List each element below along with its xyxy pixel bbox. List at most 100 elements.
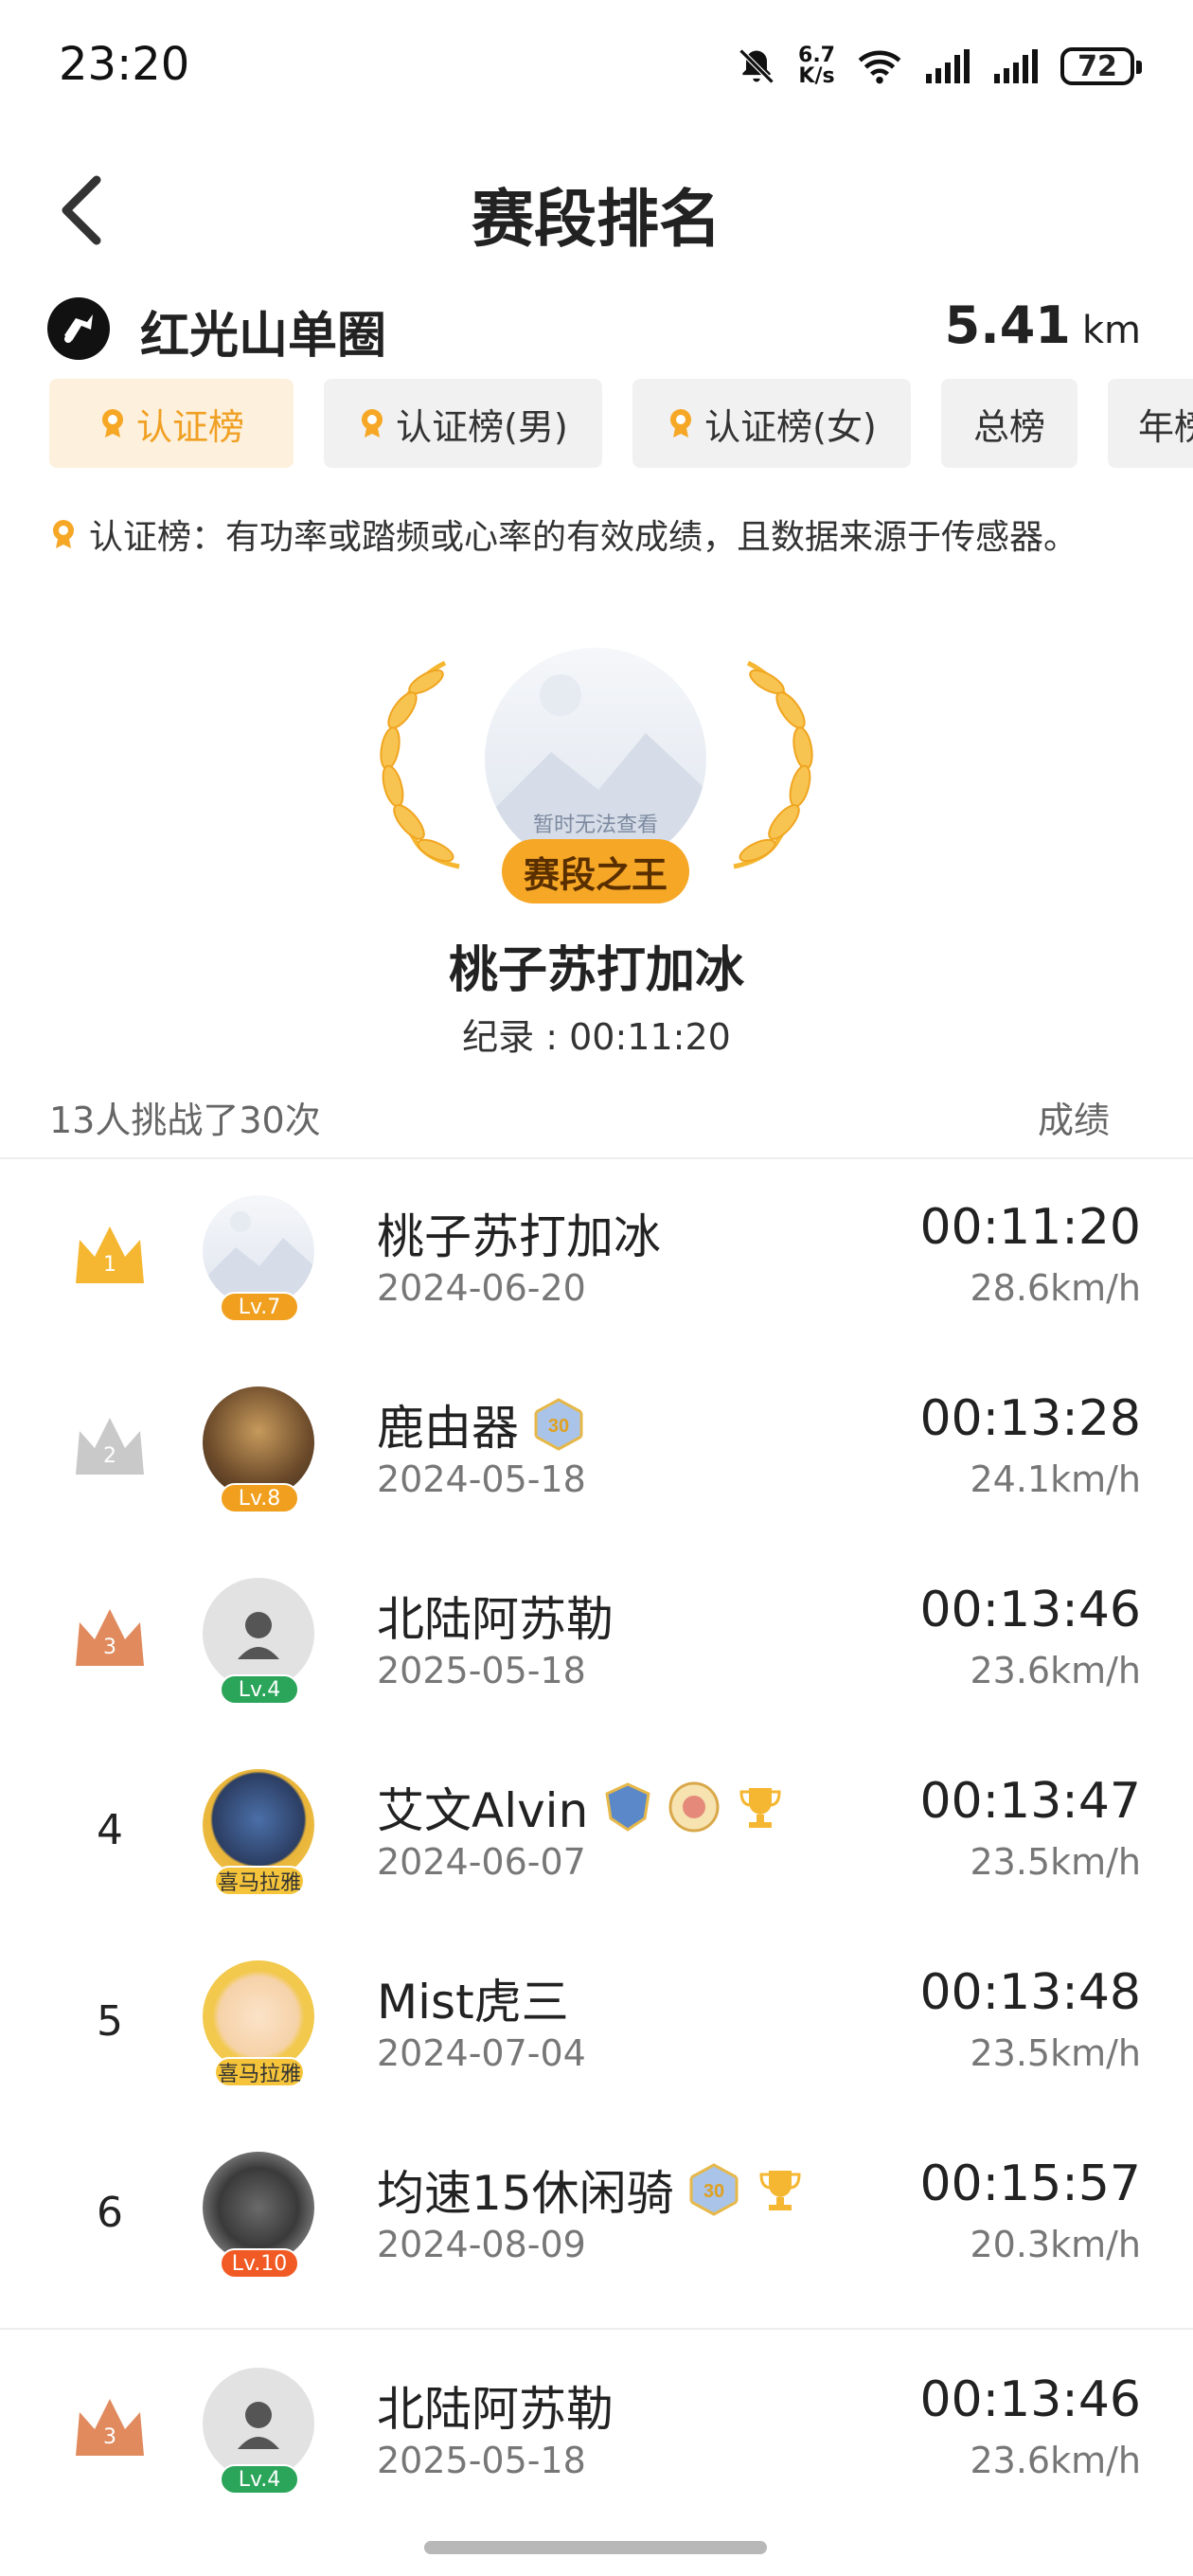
- ride-speed: 23.5km/h: [970, 2032, 1141, 2074]
- ride-date: 2024-06-20: [377, 1267, 586, 1309]
- default-avatar[interactable]: [203, 2368, 314, 2479]
- ride-time: 00:13:48: [919, 1964, 1141, 2021]
- certified-note: 认证榜：有功率或踏频或心率的有效成绩，且数据来源于传感器。: [49, 510, 1077, 559]
- ride-time: 00:13:46: [919, 2371, 1141, 2428]
- badge-30-icon: 30: [689, 2163, 739, 2216]
- ride-time: 00:13:47: [919, 1773, 1141, 1830]
- level-badge: Lv.4: [220, 1674, 299, 1705]
- svg-text:30: 30: [703, 2181, 724, 2202]
- avatar[interactable]: [203, 1960, 314, 2072]
- gold-crown-icon: 1: [72, 1221, 148, 1291]
- trophy-icon: [739, 1788, 781, 1828]
- tab-yearly[interactable]: 年榜: [1108, 379, 1193, 468]
- table-row[interactable]: 4 喜马拉雅 艾文Alvin 2024-06-07 00:13:47 23.5k…: [0, 1737, 1193, 1926]
- user-name: 鹿由器 30: [377, 1390, 585, 1458]
- rank-number: 6: [97, 2188, 123, 2237]
- home-indicator[interactable]: [424, 2541, 767, 2554]
- user-name: Mist虎三: [377, 1975, 569, 2030]
- medal-badge-icon: [668, 1781, 720, 1833]
- my-rank-row[interactable]: 3 Lv.4 北陆阿苏勒 2025-05-18 00:13:46 23.6km/…: [0, 2335, 1193, 2525]
- ride-speed: 23.6km/h: [970, 1650, 1141, 1691]
- user-name: 北陆阿苏勒: [377, 2382, 614, 2437]
- table-row[interactable]: 5 喜马拉雅 Mist虎三 2024-07-04 00:13:48 23.5km…: [0, 1928, 1193, 2118]
- tab-overall[interactable]: 总榜: [941, 379, 1077, 468]
- shield-badge-icon: [605, 1782, 650, 1832]
- rank-number: 4: [97, 1805, 123, 1854]
- rank-crown: 3: [66, 2383, 153, 2474]
- ride-speed: 23.5km/h: [970, 1841, 1141, 1883]
- rank-crown: 2: [66, 1402, 153, 1493]
- medal-icon: [670, 409, 692, 438]
- ride-time: 00:11:20: [919, 1199, 1141, 1256]
- ride-speed: 28.6km/h: [970, 1267, 1141, 1309]
- level-badge: 喜马拉雅: [214, 1866, 305, 1896]
- avatar[interactable]: [203, 1386, 314, 1498]
- ride-date: 2024-06-07: [377, 1841, 586, 1883]
- trophy-icon: [759, 2171, 801, 2210]
- net-speed: 6.7 K/s: [798, 44, 835, 88]
- table-row[interactable]: 3 Lv.4 北陆阿苏勒 2025-05-18 00:13:46 23.6km/…: [0, 1546, 1193, 1735]
- bronze-crown-icon: 3: [72, 2393, 148, 2463]
- king-of-segment-badge: 赛段之王: [502, 839, 689, 903]
- user-name: 桃子苏打加冰: [377, 1209, 661, 1264]
- level-badge: Lv.7: [220, 1292, 299, 1322]
- signal-icon-2: [994, 49, 1038, 83]
- svg-text:30: 30: [548, 1416, 569, 1437]
- ride-speed: 20.3km/h: [970, 2224, 1141, 2265]
- avatar[interactable]: [203, 2152, 314, 2263]
- page-title: 赛段排名: [472, 183, 721, 256]
- champion-avatar[interactable]: 暂时无法查看: [485, 648, 706, 869]
- tab-certified-female[interactable]: 认证榜(女): [632, 379, 911, 468]
- level-badge: Lv.8: [220, 1483, 299, 1513]
- ride-time: 00:13:46: [919, 1582, 1141, 1638]
- segment-distance: 5.41 km: [945, 295, 1141, 355]
- user-name: 艾文Alvin: [377, 1773, 787, 1841]
- default-avatar[interactable]: [203, 1578, 314, 1690]
- ride-date: 2025-05-18: [377, 2440, 586, 2481]
- divider: [0, 2328, 1193, 2330]
- avatar[interactable]: [203, 1769, 314, 1881]
- level-badge: 喜马拉雅: [214, 2057, 305, 2087]
- medal-icon: [362, 409, 383, 438]
- ride-date: 2024-07-04: [377, 2032, 586, 2074]
- ride-date: 2025-05-18: [377, 1650, 586, 1691]
- ride-date: 2024-05-18: [377, 1458, 586, 1500]
- ride-date: 2024-08-09: [377, 2224, 586, 2265]
- rank-crown: 3: [66, 1593, 153, 1684]
- user-name: 均速15休闲骑 30: [377, 2156, 807, 2224]
- table-row[interactable]: 1 Lv.7 桃子苏打加冰 2024-06-20 00:11:20 28.6km…: [0, 1163, 1193, 1352]
- leaderboard-tabs: 认证榜 认证榜(男) 认证榜(女) 总榜 年榜: [49, 379, 1193, 468]
- laurel-right-icon: [733, 660, 813, 869]
- level-badge: Lv.4: [220, 2464, 299, 2495]
- level-badge: Lv.10: [220, 2248, 299, 2279]
- user-name: 北陆阿苏勒: [377, 1592, 614, 1647]
- ride-speed: 24.1km/h: [970, 1458, 1141, 1500]
- bronze-crown-icon: 3: [72, 1603, 148, 1673]
- segment-icon: [47, 297, 110, 360]
- champion-record: 纪录 : 00:11:20: [462, 1016, 731, 1058]
- tab-certified-male[interactable]: 认证榜(男): [324, 379, 602, 468]
- badge-30-icon: 30: [534, 1398, 583, 1451]
- champion-name: 桃子苏打加冰: [448, 942, 744, 999]
- challenge-summary: 13人挑战了30次: [49, 1100, 321, 1141]
- tab-certified[interactable]: 认证榜: [49, 379, 294, 468]
- bell-off-icon: [739, 48, 775, 84]
- distance-value: 5.41: [944, 295, 1071, 355]
- rank-number: 5: [97, 1996, 123, 2046]
- rank-crown: 1: [66, 1210, 153, 1301]
- medal-icon: [101, 409, 123, 438]
- distance-unit: km: [1081, 309, 1141, 352]
- segment-name: 红光山单圈: [140, 308, 387, 365]
- result-column-label: 成绩: [1037, 1100, 1110, 1141]
- avatar[interactable]: [203, 1195, 314, 1307]
- status-icons: 6.7 K/s 72: [736, 40, 1142, 93]
- table-row[interactable]: 2 Lv.8 鹿由器 30 2024-05-18 00:13:28 24.1km…: [0, 1354, 1193, 1544]
- table-row[interactable]: 6 Lv.10 均速15休闲骑 30 2024-08-09 00:15:57 2…: [0, 2120, 1193, 2309]
- status-time: 23:20: [59, 38, 190, 91]
- battery-icon: 72: [1060, 47, 1142, 85]
- divider: [0, 1157, 1193, 1159]
- signal-icon: [926, 49, 970, 83]
- ride-speed: 23.6km/h: [970, 2440, 1141, 2481]
- wifi-icon: [858, 50, 901, 84]
- avatar-placeholder-text: 暂时无法查看: [533, 813, 658, 836]
